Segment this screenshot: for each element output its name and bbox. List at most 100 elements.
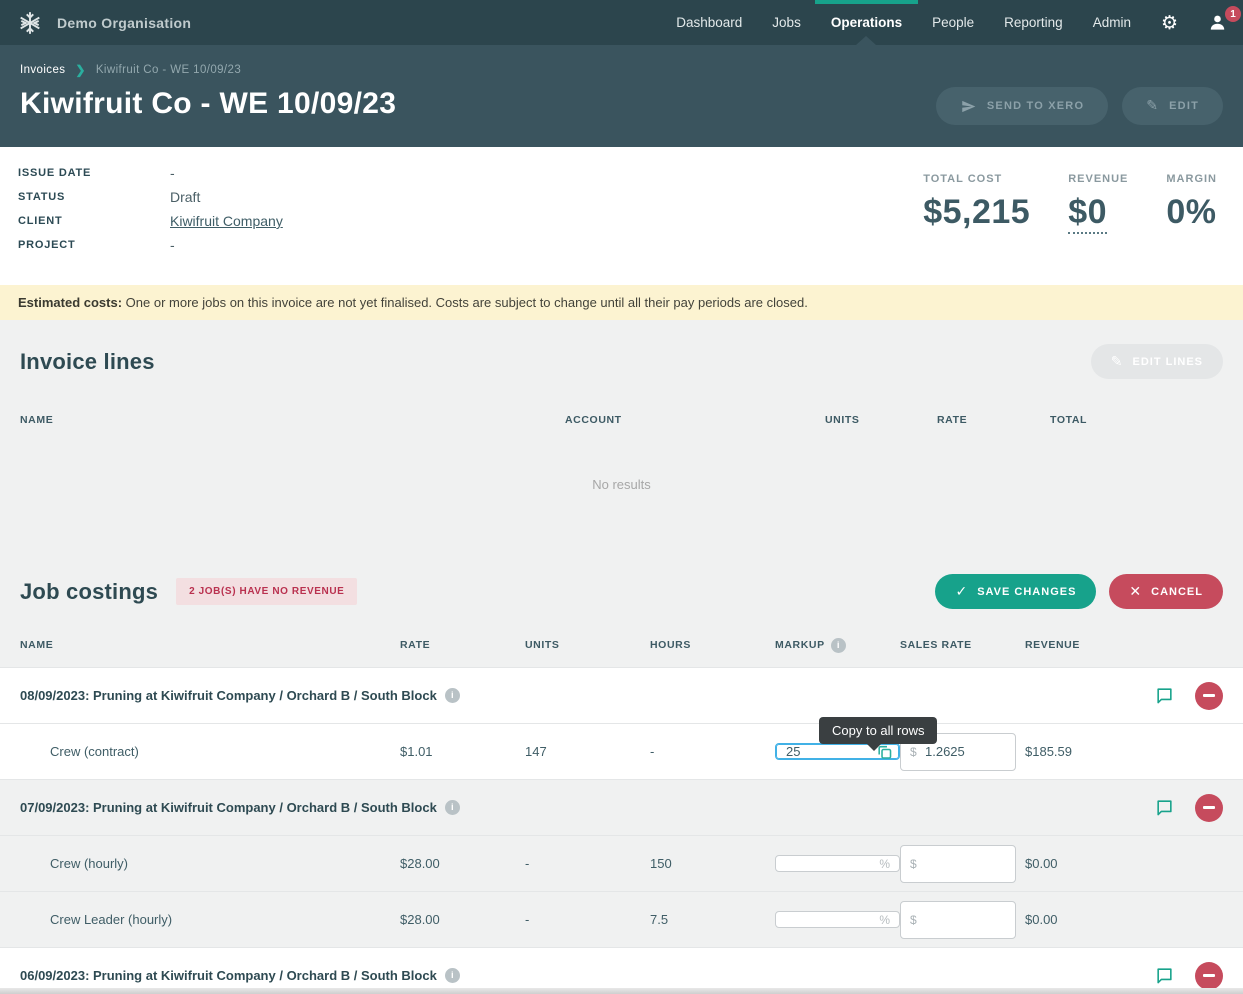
remove-job-button[interactable] bbox=[1195, 962, 1223, 990]
no-revenue-warning-badge: 2 JOB(S) HAVE NO REVENUE bbox=[176, 578, 357, 605]
costing-hours: - bbox=[650, 744, 775, 759]
costing-revenue: $0.00 bbox=[1025, 856, 1145, 871]
costing-rate: $28.00 bbox=[400, 856, 525, 871]
col-name: NAME bbox=[20, 414, 565, 426]
margin-value: 0% bbox=[1166, 193, 1217, 232]
copy-tooltip: Copy to all rows bbox=[819, 717, 937, 744]
costing-name: Crew (contract) bbox=[20, 744, 400, 759]
check-icon: ✓ bbox=[955, 584, 968, 600]
markup-input-wrap: Copy to all rows bbox=[775, 744, 900, 759]
revenue-value[interactable]: $0 bbox=[1068, 193, 1107, 234]
edit-button[interactable]: ✎ EDIT bbox=[1122, 87, 1223, 125]
costing-units: - bbox=[525, 856, 650, 871]
revenue-label: REVENUE bbox=[1068, 173, 1128, 185]
costing-row: Crew (contract) $1.01 147 - Copy to all … bbox=[0, 723, 1243, 779]
total-cost-value: $5,215 bbox=[923, 193, 1030, 232]
settings-gear-icon[interactable]: ⚙ bbox=[1161, 12, 1178, 34]
nav-item-admin[interactable]: Admin bbox=[1093, 0, 1131, 45]
breadcrumb: Invoices ❯ Kiwifruit Co - WE 10/09/23 bbox=[20, 63, 1223, 77]
minus-icon bbox=[1203, 806, 1215, 809]
send-to-xero-button[interactable]: SEND TO XERO bbox=[936, 87, 1108, 125]
pencil-icon: ✎ bbox=[1111, 354, 1124, 370]
job-info-icon[interactable]: i bbox=[445, 968, 460, 983]
job-costings-heading: Job costings bbox=[20, 579, 158, 605]
breadcrumb-invoices-link[interactable]: Invoices bbox=[20, 64, 65, 76]
user-icon bbox=[1208, 13, 1227, 32]
job-group-header-row: 08/09/2023: Pruning at Kiwifruit Company… bbox=[0, 667, 1243, 723]
client-label: CLIENT bbox=[18, 213, 170, 229]
user-menu[interactable]: 1 bbox=[1208, 13, 1227, 32]
org-name: Demo Organisation bbox=[57, 15, 191, 31]
client-link[interactable]: Kiwifruit Company bbox=[170, 213, 283, 229]
window-bottom-edge bbox=[0, 988, 1243, 994]
minus-icon bbox=[1203, 974, 1215, 977]
costing-row: Crew (hourly) $28.00 - 150 % $ $0.00 bbox=[0, 835, 1243, 891]
comment-icon[interactable] bbox=[1155, 686, 1174, 705]
notification-badge[interactable]: 1 bbox=[1225, 6, 1241, 22]
org-logo-icon[interactable] bbox=[16, 9, 43, 36]
top-nav: Demo Organisation Dashboard Jobs Operati… bbox=[0, 0, 1243, 45]
nav-item-people[interactable]: People bbox=[932, 0, 974, 45]
comment-icon[interactable] bbox=[1155, 966, 1174, 985]
banner-bold-text: Estimated costs: bbox=[18, 295, 122, 310]
breadcrumb-current: Kiwifruit Co - WE 10/09/23 bbox=[96, 64, 241, 76]
col-units: UNITS bbox=[825, 414, 937, 426]
total-cost-label: TOTAL COST bbox=[923, 173, 1030, 185]
costing-units: - bbox=[525, 912, 650, 927]
col-revenue: REVENUE bbox=[1025, 639, 1145, 651]
minus-icon bbox=[1203, 694, 1215, 697]
costing-hours: 150 bbox=[650, 856, 775, 871]
remove-job-button[interactable] bbox=[1195, 794, 1223, 822]
sales-rate-input[interactable] bbox=[900, 845, 1016, 883]
job-group-title: 08/09/2023: Pruning at Kiwifruit Company… bbox=[20, 688, 437, 703]
save-changes-button[interactable]: ✓ SAVE CHANGES bbox=[935, 574, 1096, 609]
nav-item-dashboard[interactable]: Dashboard bbox=[676, 0, 742, 45]
costing-name: Crew Leader (hourly) bbox=[20, 912, 400, 927]
status-value: Draft bbox=[170, 189, 200, 205]
margin-block: MARGIN 0% bbox=[1166, 173, 1217, 261]
costing-row: Crew Leader (hourly) $28.00 - 7.5 % $ $0… bbox=[0, 891, 1243, 947]
edit-lines-button[interactable]: ✎ EDIT LINES bbox=[1091, 344, 1223, 379]
markup-input-wrap: % bbox=[775, 912, 900, 927]
markup-input[interactable] bbox=[775, 855, 900, 872]
sales-rate-input-wrap: $ bbox=[900, 901, 1016, 939]
page-header: Invoices ❯ Kiwifruit Co - WE 10/09/23 Ki… bbox=[0, 45, 1243, 147]
job-group: 06/09/2023: Pruning at Kiwifruit Company… bbox=[0, 947, 1243, 994]
job-group: 07/09/2023: Pruning at Kiwifruit Company… bbox=[0, 779, 1243, 947]
remove-job-button[interactable] bbox=[1195, 682, 1223, 710]
costing-revenue: $185.59 bbox=[1025, 744, 1145, 759]
markup-input[interactable] bbox=[775, 911, 900, 928]
invoice-lines-header-row: NAME ACCOUNT UNITS RATE TOTAL bbox=[0, 399, 1243, 441]
job-costings-header-row: NAME RATE UNITS HOURS MARKUP i SALES RAT… bbox=[0, 623, 1243, 667]
invoice-lines-heading: Invoice lines bbox=[20, 349, 155, 375]
close-icon: ✕ bbox=[1129, 584, 1142, 600]
cancel-button[interactable]: ✕ CANCEL bbox=[1109, 574, 1223, 609]
markup-input-wrap: % bbox=[775, 856, 900, 871]
comment-icon[interactable] bbox=[1155, 798, 1174, 817]
col-markup: MARKUP bbox=[775, 639, 825, 651]
pencil-icon: ✎ bbox=[1146, 98, 1159, 114]
total-cost-block: TOTAL COST $5,215 bbox=[923, 173, 1030, 261]
costing-revenue: $0.00 bbox=[1025, 912, 1145, 927]
costing-hours: 7.5 bbox=[650, 912, 775, 927]
sales-rate-input[interactable] bbox=[900, 901, 1016, 939]
col-sales-rate: SALES RATE bbox=[900, 639, 1025, 651]
job-info-icon[interactable]: i bbox=[445, 800, 460, 815]
nav-item-operations[interactable]: Operations bbox=[831, 0, 902, 45]
col-account: ACCOUNT bbox=[565, 414, 825, 426]
status-label: STATUS bbox=[18, 189, 170, 205]
nav-item-jobs[interactable]: Jobs bbox=[772, 0, 801, 45]
job-group: 08/09/2023: Pruning at Kiwifruit Company… bbox=[0, 667, 1243, 779]
costing-name: Crew (hourly) bbox=[20, 856, 400, 871]
col-name: NAME bbox=[20, 639, 400, 651]
project-label: PROJECT bbox=[18, 237, 170, 253]
col-rate: RATE bbox=[400, 639, 525, 651]
nav-item-reporting[interactable]: Reporting bbox=[1004, 0, 1063, 45]
job-group-header-row: 07/09/2023: Pruning at Kiwifruit Company… bbox=[0, 779, 1243, 835]
estimated-costs-banner: Estimated costs: One or more jobs on thi… bbox=[0, 285, 1243, 320]
sales-rate-input-wrap: $ bbox=[900, 845, 1016, 883]
markup-info-icon[interactable]: i bbox=[831, 638, 846, 653]
margin-label: MARGIN bbox=[1166, 173, 1217, 185]
job-info-icon[interactable]: i bbox=[445, 688, 460, 703]
costing-rate: $1.01 bbox=[400, 744, 525, 759]
